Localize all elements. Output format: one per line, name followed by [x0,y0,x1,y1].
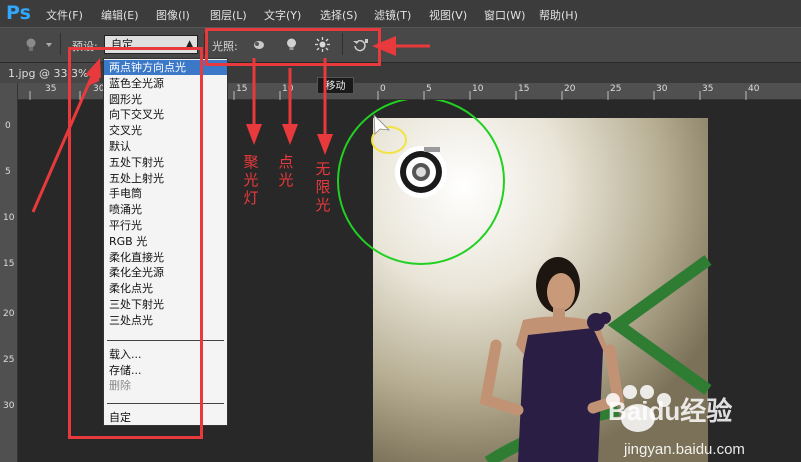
light-position-widget [395,146,447,198]
ruler-label: 5 [426,84,432,94]
watermark-url: jingyan.baidu.com [623,441,745,458]
menu-image[interactable]: 图像(I) [156,7,190,23]
ruler-label: 10 [282,84,294,94]
ruler-label: 35 [45,84,57,94]
ruler-label: 10 [3,213,15,223]
ruler-label: 40 [748,84,760,94]
menubar: Ps 文件(F) 编辑(E) 图像(I) 图层(L) 文字(Y) 选择(S) 滤… [0,0,801,27]
ruler-label: 5 [5,167,11,177]
menu-help[interactable]: 帮助(H) [539,7,578,23]
ruler-label: 15 [3,259,15,269]
annotation-box-light-types [205,28,381,66]
ruler-label: 10 [472,84,484,94]
menu-type[interactable]: 文字(Y) [264,7,301,23]
menu-window[interactable]: 窗口(W) [484,7,525,23]
ruler-label: 30 [3,401,15,411]
separator [60,33,61,55]
menu-filter[interactable]: 滤镜(T) [374,7,411,23]
menu-select[interactable]: 选择(S) [320,7,358,23]
ruler-label: 0 [380,84,386,94]
menu-view[interactable]: 视图(V) [429,7,467,23]
ruler-label: 20 [3,309,15,319]
vertical-ruler: 0 5 10 15 20 25 30 [0,83,18,462]
ruler-label: 15 [518,84,530,94]
ruler-label: 0 [5,121,11,131]
ruler-label: 15 [236,84,248,94]
annotation-infinite-light: 无限光 [315,160,331,214]
photoshop-logo: Ps [6,2,31,24]
watermark-brand: Baidu经验 [608,396,732,426]
ruler-label: 20 [564,84,576,94]
ruler-label: 30 [656,84,668,94]
menu-layer[interactable]: 图层(L) [210,7,247,23]
ruler-label: 35 [702,84,714,94]
annotation-point-light: 点光 [278,153,294,189]
move-tooltip: 移动 [317,77,354,94]
menu-file[interactable]: 文件(F) [46,7,83,23]
annotation-box-presets [68,47,203,439]
annotation-spot-light: 聚光灯 [243,153,259,207]
menu-edit[interactable]: 编辑(E) [101,7,139,23]
ruler-label: 25 [3,355,15,365]
lighting-tool-icon[interactable] [22,35,54,55]
ruler-label: 25 [610,84,622,94]
